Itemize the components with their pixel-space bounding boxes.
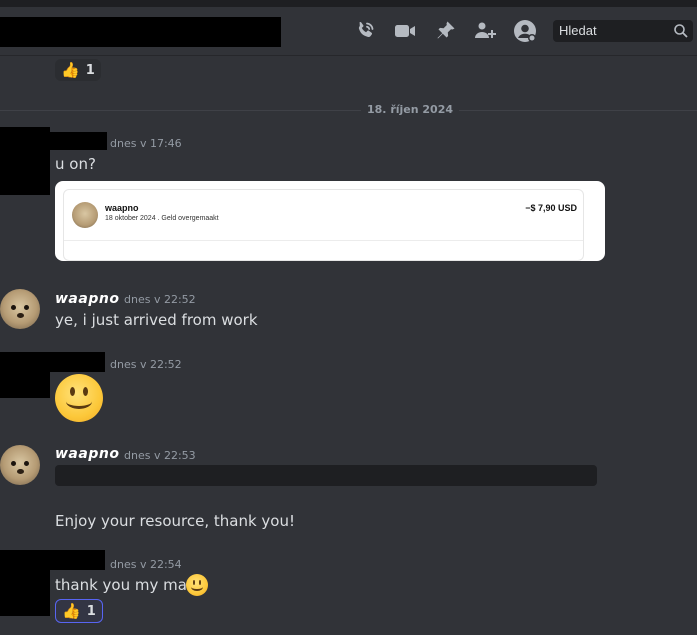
avatar[interactable] <box>0 445 40 485</box>
message-text: Enjoy your resource, thank you! <box>55 512 295 530</box>
search-placeholder: Hledat <box>559 23 597 38</box>
avatar-eye <box>24 461 29 466</box>
redacted-username <box>50 132 107 150</box>
message-text: ye, i just arrived from work <box>55 311 258 329</box>
avatar-eye <box>24 305 29 310</box>
redacted-avatar <box>0 550 50 616</box>
smiley-emoji-icon <box>186 574 208 596</box>
channel-header: Hledat <box>0 7 697 56</box>
thumbs-up-icon: 👍 <box>62 602 81 620</box>
emoji-mouth <box>66 394 92 409</box>
embed-amount: −$ 7,90 USD <box>525 203 577 213</box>
search-icon <box>674 24 688 38</box>
avatar-nose <box>17 469 24 474</box>
date-divider-label: 18. říjen 2024 <box>361 103 460 116</box>
avatar-nose <box>17 313 24 318</box>
redacted-message-line <box>55 465 597 486</box>
top-strip <box>0 0 697 7</box>
message-timestamp: dnes v 22:53 <box>124 449 196 462</box>
message-timestamp: dnes v 22:52 <box>124 293 196 306</box>
redacted-username <box>50 550 105 570</box>
avatar[interactable] <box>0 289 40 329</box>
reaction-count: 1 <box>86 603 96 619</box>
pin-icon[interactable] <box>433 19 457 43</box>
message-author[interactable]: waapno <box>55 446 119 462</box>
message-timestamp: dnes v 17:46 <box>110 137 182 150</box>
avatar-eye <box>11 305 16 310</box>
search-input[interactable]: Hledat <box>553 20 693 42</box>
message-timestamp: dnes v 22:52 <box>110 358 182 371</box>
embed-avatar <box>72 202 98 228</box>
redacted-avatar <box>0 352 50 398</box>
message-text: thank you my man! <box>55 576 203 594</box>
redacted-channel-name <box>0 17 281 47</box>
emoji-mouth <box>191 583 203 591</box>
add-member-icon[interactable] <box>473 19 497 43</box>
embed-name: waapno <box>105 203 139 213</box>
reaction-thumbs-up[interactable]: 👍 1 <box>55 599 103 623</box>
date-divider <box>0 110 697 111</box>
profile-icon[interactable] <box>513 19 537 43</box>
reaction-count: 1 <box>85 62 95 78</box>
phone-call-icon[interactable] <box>353 19 377 43</box>
embed-subtitle: 18 oktober 2024 . Geld overgemaakt <box>105 215 219 222</box>
smiley-emoji-icon <box>55 374 103 422</box>
redacted-username <box>50 352 105 372</box>
redacted-avatar <box>0 127 50 195</box>
message-timestamp: dnes v 22:54 <box>110 558 182 571</box>
embed-separator <box>64 240 583 241</box>
avatar-eye <box>11 461 16 466</box>
payment-embed-card[interactable]: waapno 18 oktober 2024 . Geld overgemaak… <box>55 181 605 261</box>
message-author[interactable]: waapno <box>55 291 119 307</box>
thumbs-up-icon: 👍 <box>61 61 80 79</box>
payment-embed-inner: waapno 18 oktober 2024 . Geld overgemaak… <box>63 189 584 261</box>
reaction-thumbs-up[interactable]: 👍 1 <box>55 59 101 81</box>
video-camera-icon[interactable] <box>393 19 417 43</box>
message-text: u on? <box>55 155 96 173</box>
